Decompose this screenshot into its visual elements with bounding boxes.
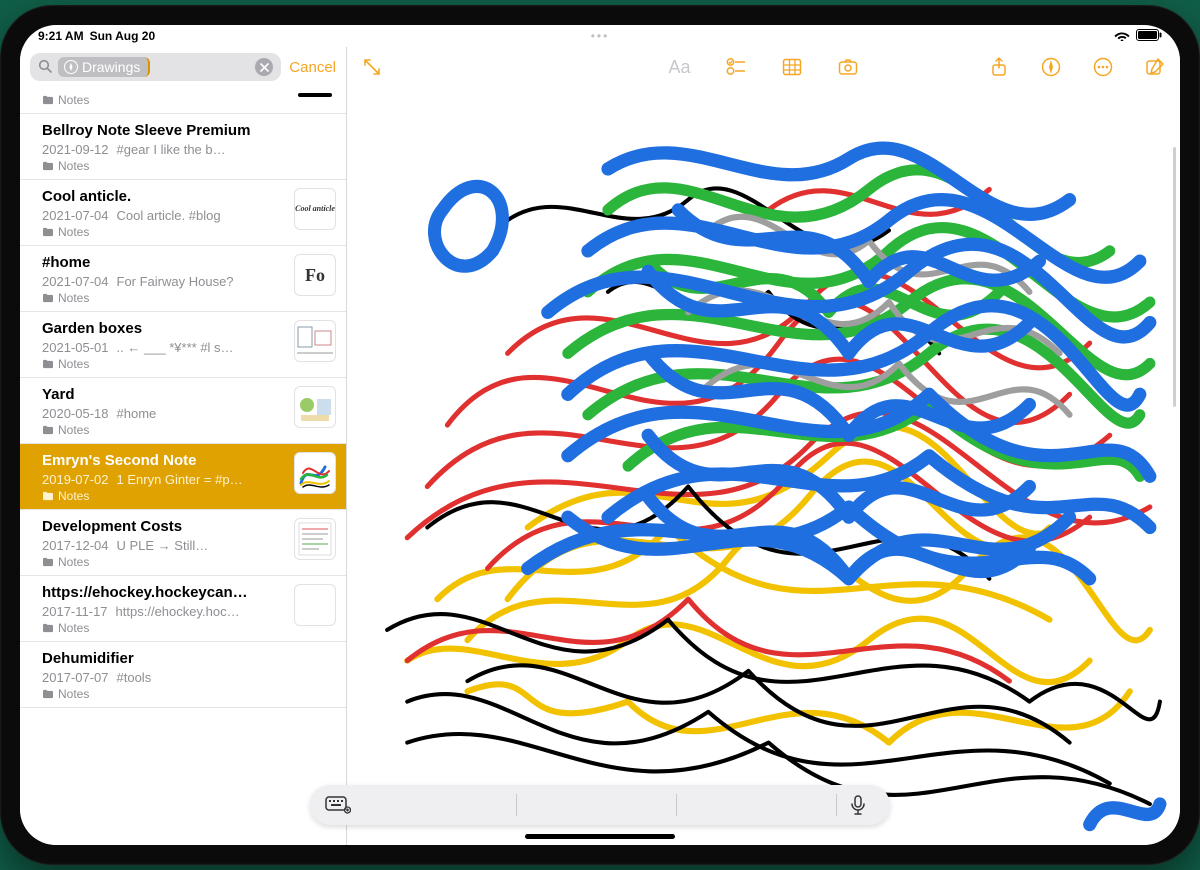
note-list-item[interactable]: Notes [20, 87, 346, 114]
dictation-icon[interactable] [840, 787, 876, 823]
more-button[interactable] [1092, 56, 1114, 78]
text-format-button[interactable]: Aa [669, 56, 691, 78]
note-folder: Notes [42, 555, 334, 569]
note-thumbnail [294, 320, 336, 362]
note-thumbnail: Fo [294, 254, 336, 296]
note-list-item[interactable]: Development Costs 2017-12-04U PLE → Still… [20, 510, 346, 576]
note-list-item[interactable]: Garden boxes 2021-05-01.. ← ___ *¥*** #l … [20, 312, 346, 378]
note-thumbnail [294, 518, 336, 560]
note-folder: Notes [42, 423, 334, 437]
home-indicator[interactable] [525, 834, 675, 839]
note-list-item[interactable]: https://ehockey.hockeycan… 2017-11-17http… [20, 576, 346, 642]
note-folder: Notes [42, 489, 334, 503]
note-title: Development Costs [42, 518, 334, 536]
note-list-item[interactable]: Yard 2020-05-18#home Notes [20, 378, 346, 444]
note-thumbnail [294, 584, 336, 626]
share-button[interactable] [988, 56, 1010, 78]
note-list-item[interactable]: #home 2021-07-04For Fairway House? NotesFo [20, 246, 346, 312]
status-bar: 9:21 AM Sun Aug 20 [20, 25, 1180, 47]
checklist-button[interactable] [725, 56, 747, 78]
note-meta: 2017-11-17https://ehockey.hoc… [42, 604, 334, 619]
note-meta: 2021-09-12#gear I like the b… [42, 142, 334, 157]
note-folder: Notes [42, 93, 334, 107]
note-thumbnail [294, 452, 336, 494]
wifi-icon [1114, 29, 1130, 44]
clear-search-icon[interactable] [255, 58, 273, 76]
camera-button[interactable] [837, 56, 859, 78]
cancel-search-button[interactable]: Cancel [289, 59, 336, 76]
app-content: Drawings Cancel NotesBellroy Note Sleeve… [20, 47, 1180, 845]
note-folder: Notes [42, 621, 334, 635]
note-meta: 2017-12-04U PLE → Still… [42, 538, 334, 553]
battery-icon [1136, 29, 1162, 44]
note-meta: 2021-05-01.. ← ___ *¥*** #l s… [42, 340, 334, 355]
pencil-tip-icon [64, 60, 78, 74]
search-token-text: Drawings [82, 59, 140, 75]
note-title: Bellroy Note Sleeve Premium [42, 122, 334, 140]
note-meta: 2017-07-07#tools [42, 670, 334, 685]
note-title: Cool anticle. [42, 188, 334, 206]
notes-sidebar: Drawings Cancel NotesBellroy Note Sleeve… [20, 47, 347, 845]
compose-button[interactable] [1144, 56, 1166, 78]
note-editor: Aa [347, 47, 1180, 845]
note-folder: Notes [42, 225, 334, 239]
scroll-indicator [1173, 147, 1176, 407]
predictive-slot-2[interactable] [516, 785, 676, 825]
note-folder: Notes [42, 357, 334, 371]
search-row: Drawings Cancel [20, 47, 346, 87]
screen: ••• 9:21 AM Sun Aug 20 [20, 25, 1180, 845]
notes-list[interactable]: Notes Bellroy Note Sleeve Premium 2021-09-… [20, 87, 346, 845]
status-time: 9:21 AM [38, 29, 84, 43]
markup-button[interactable] [1040, 56, 1062, 78]
predictive-slot-3[interactable] [676, 785, 836, 825]
note-meta: 2020-05-18#home [42, 406, 334, 421]
drawing-canvas[interactable] [347, 87, 1180, 845]
keyboard-icon[interactable] [320, 787, 356, 823]
note-title: Dehumidifier [42, 650, 334, 668]
search-filter-token[interactable]: Drawings [58, 57, 150, 77]
editor-toolbar: Aa [347, 47, 1180, 87]
table-button[interactable] [781, 56, 803, 78]
ipad-device-frame: ••• 9:21 AM Sun Aug 20 [0, 5, 1200, 865]
note-list-item[interactable]: Bellroy Note Sleeve Premium 2021-09-12#ge… [20, 114, 346, 180]
note-list-item[interactable]: Dehumidifier 2017-07-07#tools Notes [20, 642, 346, 708]
predictive-bar[interactable] [310, 785, 890, 825]
note-title: Garden boxes [42, 320, 334, 338]
thumb-line [298, 93, 332, 97]
note-meta: 2021-07-04Cool article. #blog [42, 208, 334, 223]
note-folder: Notes [42, 159, 334, 173]
note-meta: 2021-07-04For Fairway House? [42, 274, 334, 289]
status-date: Sun Aug 20 [90, 29, 156, 43]
note-list-item[interactable]: Cool anticle. 2021-07-04Cool article. #bl… [20, 180, 346, 246]
note-title: https://ehockey.hockeycan… [42, 584, 334, 602]
note-title: Yard [42, 386, 334, 404]
search-field[interactable]: Drawings [30, 53, 281, 81]
note-list-item[interactable]: Emryn's Second Note 2019-07-021 Enryn Gin… [20, 444, 346, 510]
note-folder: Notes [42, 291, 334, 305]
note-thumbnail: Cool anticle [294, 188, 336, 230]
expand-sidebar-icon[interactable] [361, 56, 383, 78]
note-thumbnail [294, 386, 336, 428]
note-meta: 2019-07-021 Enryn Ginter = #p… [42, 472, 334, 487]
note-folder: Notes [42, 687, 334, 701]
scribble-drawing [347, 87, 1180, 845]
note-title: Emryn's Second Note [42, 452, 334, 470]
search-icon [38, 59, 52, 76]
predictive-slot-1[interactable] [356, 785, 516, 825]
note-title: #home [42, 254, 334, 272]
